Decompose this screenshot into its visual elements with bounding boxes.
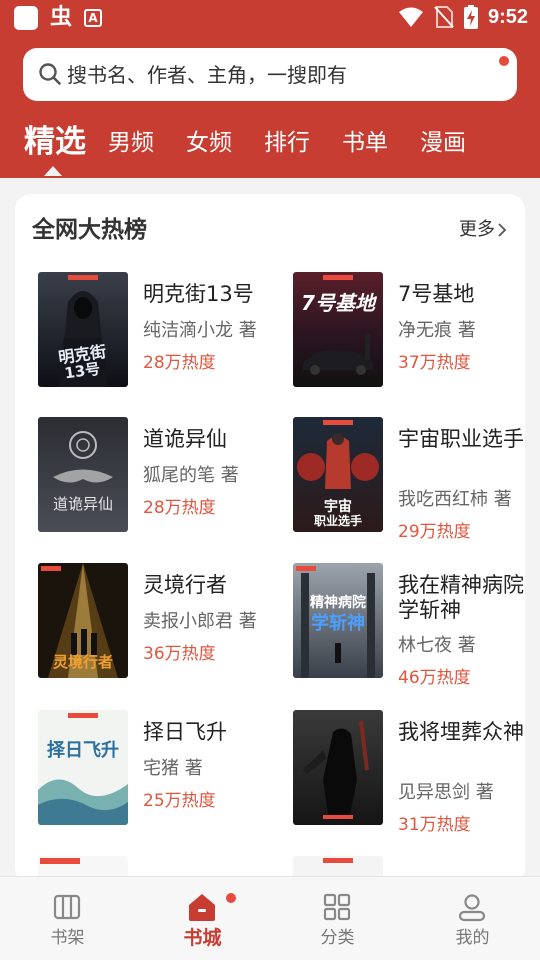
book-cover: 精神病院 学斩神 [293,563,383,678]
book-author: 纯洁滴小龙 著 [143,320,257,341]
a-badge-icon: A [84,9,103,27]
svg-text:7号基地: 7号基地 [301,291,378,315]
book-cover [293,710,383,825]
svg-text:道诡异仙: 道诡异仙 [53,495,113,513]
svg-text:择日飞升: 择日飞升 [47,739,119,761]
nav-label: 我的 [455,928,490,948]
tab-comics[interactable]: 漫画 [420,130,466,156]
search-icon [39,63,61,85]
book-title: 灵境行者 [143,573,227,597]
bookshelf-icon [53,894,81,920]
app-header: 虫 A 9:52 搜书名、作者、主角，一搜即有 精选 男频 女频 排行 书单 漫… [0,0,540,178]
book-heat: 29万热度 [398,522,471,542]
book-item[interactable]: 7号基地 7号基地 净无痕 著 37万热度 [293,272,525,390]
profile-icon [458,894,486,922]
book-cover: 择日飞升 [38,710,128,825]
svg-text:精神病院: 精神病院 [310,594,366,611]
book-cover: 灵境行者 [38,563,128,678]
clock: 9:52 [487,5,528,28]
book-item[interactable]: 我将埋葬众神 见异思剑 著 31万热度 [293,710,525,835]
notification-dot [499,56,509,66]
book-heat: 37万热度 [398,353,471,373]
book-title: 我将埋葬众神 [398,720,524,744]
book-author: 林七夜 著 [398,635,476,656]
tab-featured[interactable]: 精选 [24,124,86,160]
book-heat: 25万热度 [143,791,216,811]
book-item[interactable]: 宇宙 职业选手 宇宙职业选手 我吃西红柿 著 29万热度 [293,417,525,542]
book-item[interactable]: 择日飞升 择日飞升 宅猪 著 25万热度 [38,710,278,828]
nav-bookshelf[interactable]: 书架 [0,877,135,960]
book-author: 见异思剑 著 [398,782,494,803]
chongchong-app-icon: 虫 [50,5,73,30]
svg-text:宇宙: 宇宙 [324,498,352,515]
book-item[interactable]: 精神病院 学斩神 我在精神病院学斩神 林七夜 著 46万热度 [293,563,525,688]
book-title: 道诡异仙 [143,427,227,451]
notification-dot [226,893,236,903]
book-item[interactable]: 灵境行者 灵境行者 卖报小郎君 著 36万热度 [38,563,278,681]
nav-store[interactable]: 书城 [135,877,270,960]
more-label: 更多 [459,219,495,240]
book-author: 狐尾的笔 著 [143,465,239,486]
book-author: 我吃西红柿 著 [398,489,512,510]
tab-female[interactable]: 女频 [186,130,232,156]
bottom-navigation: 书架 书城 分类 我的 [0,876,540,960]
svg-text:灵境行者: 灵境行者 [53,653,113,671]
book-cover: 明克街 13号 [38,272,128,387]
book-author: 卖报小郎君 著 [143,611,257,632]
battery-charging-icon [463,5,478,29]
book-cover: 7号基地 [293,272,383,387]
wifi-icon [398,7,423,27]
app-notification-icon [14,6,38,30]
book-author: 宅猪 著 [143,758,203,779]
section-title: 全网大热榜 [32,217,147,243]
book-cover: 道诡异仙 [38,417,128,532]
nav-label: 分类 [320,928,355,948]
book-item[interactable]: 明克街 13号 明克街13号 纯洁滴小龙 著 28万热度 [38,272,278,390]
book-heat: 28万热度 [143,353,216,373]
hot-list-card: 全网大热榜 更多 明克街 13号 明克街13号 纯洁滴小龙 著 28万热度 7号… [15,194,525,884]
tab-ranking[interactable]: 排行 [264,130,310,156]
svg-text:学斩神: 学斩神 [311,612,365,634]
search-bar[interactable]: 搜书名、作者、主角，一搜即有 [23,48,517,101]
book-heat: 36万热度 [143,644,216,664]
book-title: 宇宙职业选手 [398,427,524,451]
active-tab-indicator [44,166,62,176]
nav-profile[interactable]: 我的 [405,877,540,960]
svg-text:职业选手: 职业选手 [314,513,362,528]
book-title: 7号基地 [398,282,475,306]
chevron-right-icon [498,223,507,237]
category-icon [323,893,351,921]
category-tabs: 精选 男频 女频 排行 书单 漫画 [0,118,540,176]
book-title: 择日飞升 [143,720,227,744]
book-title: 明克街13号 [143,282,254,306]
book-heat: 31万热度 [398,815,471,835]
book-item[interactable]: 道诡异仙 道诡异仙 狐尾的笔 著 28万热度 [38,417,278,535]
book-title: 我在精神病院学斩神 [398,573,524,622]
status-bar: 虫 A 9:52 [0,0,540,36]
tab-booklist[interactable]: 书单 [342,130,388,156]
more-link[interactable]: 更多 [459,219,507,241]
book-heat: 46万热度 [398,668,471,688]
search-placeholder: 搜书名、作者、主角，一搜即有 [67,63,347,87]
tab-male[interactable]: 男频 [108,130,154,156]
nav-category[interactable]: 分类 [270,877,405,960]
store-icon [189,894,215,921]
book-author: 净无痕 著 [398,320,476,341]
book-cover: 宇宙 职业选手 [293,417,383,532]
nav-label: 书城 [183,927,222,949]
nav-label: 书架 [50,928,85,948]
book-heat: 28万热度 [143,498,216,518]
no-sim-icon [434,6,454,28]
